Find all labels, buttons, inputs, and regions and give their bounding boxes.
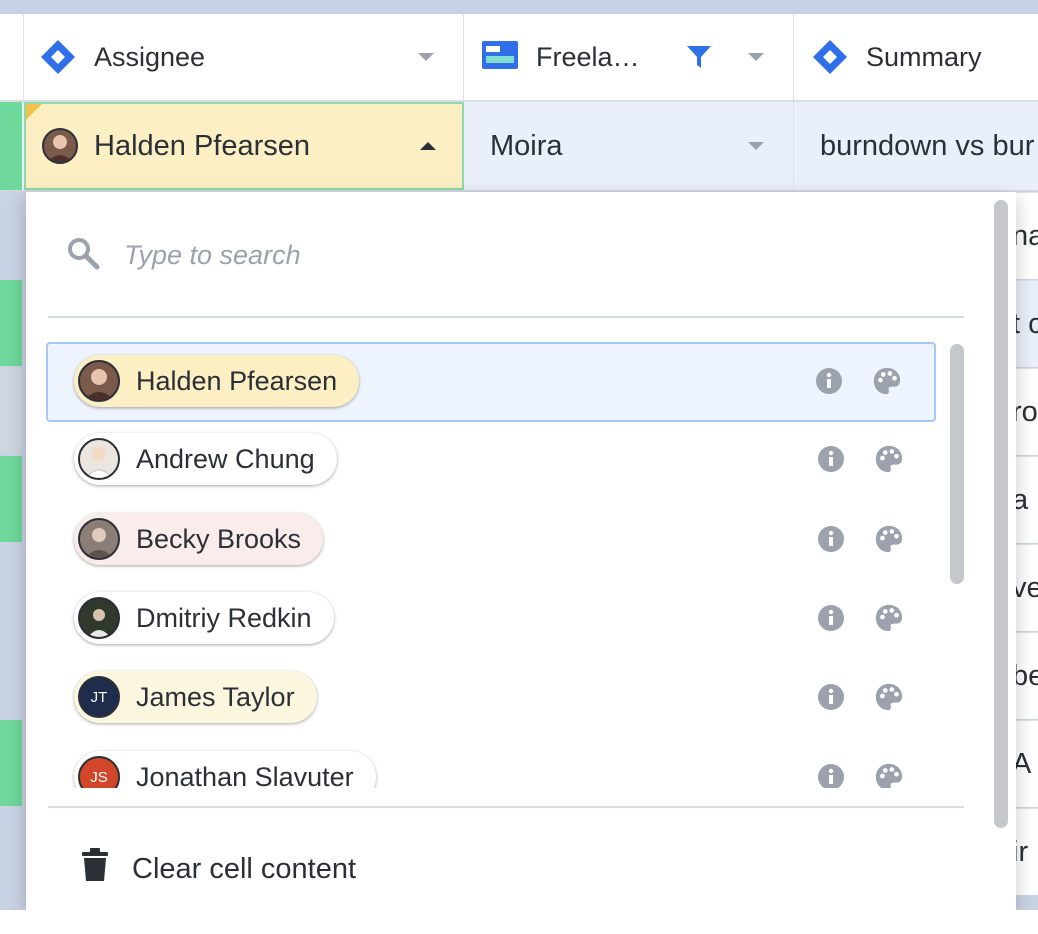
palette-icon[interactable] — [874, 682, 904, 712]
row-status-strip — [0, 456, 22, 542]
user-chip: JT James Taylor — [74, 671, 317, 723]
column-header-summary[interactable]: Summary — [794, 14, 1038, 100]
clear-cell-button[interactable]: Clear cell content — [80, 848, 356, 890]
search-icon — [66, 236, 100, 275]
info-icon[interactable] — [816, 762, 846, 788]
user-name: James Taylor — [136, 681, 295, 712]
avatar: JT — [78, 676, 120, 718]
filter-icon[interactable] — [686, 44, 712, 75]
list-item[interactable]: JS Jonathan Slavuter — [46, 742, 936, 788]
search-input[interactable] — [122, 238, 926, 272]
avatar — [78, 597, 120, 639]
row-status-strip — [0, 720, 22, 806]
info-icon[interactable] — [816, 444, 846, 474]
user-name: Halden Pfearsen — [136, 365, 338, 396]
chevron-down-icon[interactable] — [748, 53, 764, 61]
summary-value: burndown vs bur — [820, 129, 1035, 162]
bottom-row-edge — [0, 910, 1038, 934]
palette-icon[interactable] — [874, 524, 904, 554]
avatar — [78, 438, 120, 480]
avatar: JS — [78, 756, 120, 788]
top-strip — [0, 0, 1038, 14]
assignee-dropdown: Halden Pfearsen Andrew Chung — [26, 192, 1016, 910]
user-chip: Andrew Chung — [74, 433, 337, 485]
user-name: Andrew Chung — [136, 443, 315, 474]
info-icon[interactable] — [814, 366, 844, 396]
user-chip: Becky Brooks — [74, 513, 324, 565]
info-icon[interactable] — [816, 682, 846, 712]
grid-header: Assignee Freela… Summary — [0, 14, 1038, 102]
column-title: Assignee — [94, 41, 206, 72]
search-bar — [66, 230, 946, 280]
divider — [48, 806, 964, 808]
scrollbar-thumb[interactable] — [994, 200, 1008, 828]
list-item[interactable]: Dmitriy Redkin — [46, 582, 936, 662]
list-item[interactable]: JT James Taylor — [46, 662, 936, 742]
list-item[interactable]: Halden Pfearsen — [46, 342, 936, 422]
row-status-strip — [0, 368, 22, 454]
assignee-cell[interactable]: Halden Pfearsen — [24, 102, 464, 190]
divider — [48, 316, 964, 318]
chevron-up-icon[interactable] — [420, 142, 436, 150]
column-header-assignee[interactable]: Assignee — [24, 14, 464, 100]
chevron-down-icon[interactable] — [748, 142, 764, 150]
user-list: Halden Pfearsen Andrew Chung Becky Brook… — [46, 342, 940, 788]
info-icon[interactable] — [816, 603, 846, 633]
trash-icon — [80, 848, 110, 890]
scrollbar-thumb[interactable] — [950, 344, 964, 584]
column-title: Freela… — [536, 41, 640, 72]
user-chip: JS Jonathan Slavuter — [74, 751, 376, 788]
assignee-value: Halden Pfearsen — [94, 129, 311, 162]
chevron-down-icon[interactable] — [418, 53, 434, 61]
jira-issue-icon — [812, 39, 848, 75]
column-header-freelancer[interactable]: Freela… — [464, 14, 794, 100]
palette-icon[interactable] — [872, 366, 902, 396]
freelancer-field-icon — [482, 40, 518, 74]
column-title: Summary — [866, 41, 982, 72]
row-number-header — [0, 14, 24, 100]
avatar — [42, 128, 78, 164]
palette-icon[interactable] — [874, 444, 904, 474]
clear-cell-label: Clear cell content — [132, 852, 357, 885]
palette-icon[interactable] — [874, 762, 904, 788]
cell-corner-marker — [26, 104, 42, 120]
user-name: Jonathan Slavuter — [136, 761, 354, 789]
palette-icon[interactable] — [874, 603, 904, 633]
jira-issue-icon — [40, 39, 76, 75]
user-name: Dmitriy Redkin — [136, 602, 312, 633]
list-scrollbar[interactable] — [944, 342, 968, 788]
info-icon[interactable] — [816, 524, 846, 554]
freelancer-value: Moira — [490, 129, 563, 162]
avatar — [78, 518, 120, 560]
user-chip: Halden Pfearsen — [74, 355, 360, 407]
list-item[interactable]: Andrew Chung — [46, 422, 936, 502]
user-chip: Dmitriy Redkin — [74, 592, 334, 644]
list-item[interactable]: Becky Brooks — [46, 502, 936, 582]
freelancer-cell[interactable]: Moira — [464, 102, 794, 190]
row-status-strip — [0, 280, 22, 366]
row-status-strip — [0, 102, 22, 190]
summary-cell[interactable]: burndown vs bur — [794, 102, 1038, 190]
dropdown-scrollbar[interactable] — [992, 200, 1010, 828]
avatar — [78, 360, 120, 402]
user-name: Becky Brooks — [136, 523, 302, 554]
